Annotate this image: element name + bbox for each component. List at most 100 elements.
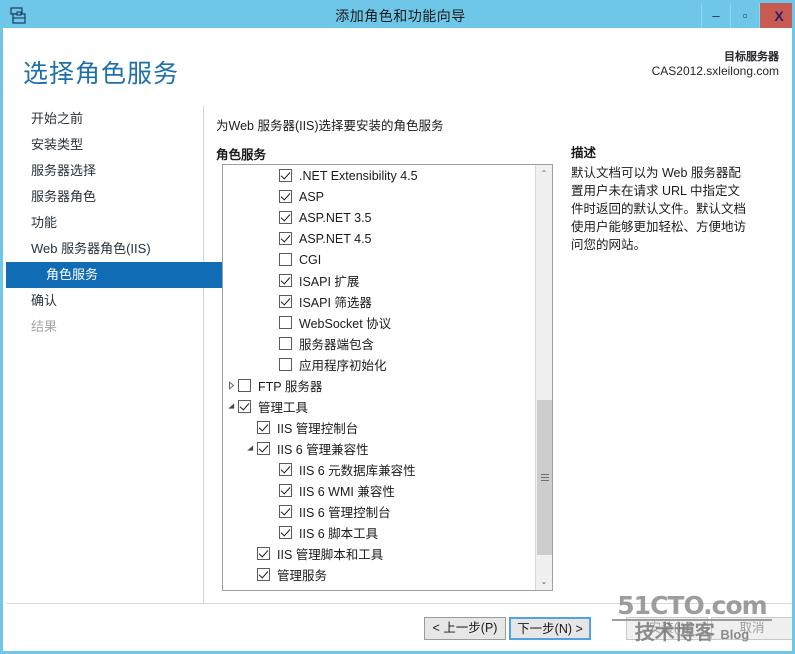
checkbox-checked[interactable] <box>279 190 292 203</box>
footer-bar: < 上一步(P) 下一步(N) > 安装(I) 取消 51CTO.com 技术博… <box>6 593 792 651</box>
sidebar-item[interactable]: 服务器角色 <box>6 184 203 210</box>
checkbox-checked[interactable] <box>257 442 270 455</box>
chevron-down-icon[interactable] <box>225 396 238 417</box>
role-service-label: IIS 6 脚本工具 <box>299 527 379 541</box>
chevron-right-icon[interactable] <box>225 375 238 396</box>
role-service-row[interactable]: ASP <box>223 186 536 207</box>
description-body: 默认文档可以为 Web 服务器配置用户未在请求 URL 中指定文件时返回的默认文… <box>571 166 747 252</box>
role-service-row[interactable]: IIS 管理控制台 <box>223 417 536 438</box>
checkbox-unchecked[interactable] <box>279 358 292 371</box>
checkbox-checked[interactable] <box>279 169 292 182</box>
role-service-label: ISAPI 扩展 <box>299 275 360 289</box>
scrollbar-thumb[interactable] <box>537 400 552 555</box>
maximize-button[interactable]: ▫ <box>730 3 759 28</box>
role-service-row[interactable]: IIS 6 元数据库兼容性 <box>223 459 536 480</box>
role-service-label: ASP.NET 3.5 <box>299 210 372 225</box>
target-server-label: 目标服务器 <box>724 51 779 63</box>
checkbox-checked[interactable] <box>279 211 292 224</box>
sidebar-item[interactable]: 开始之前 <box>6 106 203 132</box>
checkbox-unchecked[interactable] <box>238 379 251 392</box>
checkbox-checked[interactable] <box>279 505 292 518</box>
checkbox-checked[interactable] <box>279 526 292 539</box>
checkbox-checked[interactable] <box>257 421 270 434</box>
scroll-down-icon[interactable]: ⌄ <box>536 573 552 590</box>
role-service-row[interactable]: 管理工具 <box>223 396 536 417</box>
description-title: 描述 <box>571 146 597 160</box>
checkbox-checked[interactable] <box>257 547 270 560</box>
role-service-label: IIS 6 元数据库兼容性 <box>299 464 416 478</box>
role-services-listbox[interactable]: .NET Extensibility 4.5 ASP ASP.NET 3.5 ASP.… <box>222 164 553 591</box>
cancel-button[interactable]: 取消 <box>711 617 792 640</box>
role-service-row[interactable]: 服务器端包含 <box>223 333 536 354</box>
window-controls: – ▫ X <box>701 3 792 28</box>
role-service-label: IIS 6 管理控制台 <box>299 506 391 520</box>
checkbox-checked[interactable] <box>279 274 292 287</box>
role-service-label: ISAPI 筛选器 <box>299 296 372 310</box>
role-service-row[interactable]: CGI <box>223 249 536 270</box>
role-services-label: 角色服务 <box>216 148 267 162</box>
checkbox-checked[interactable] <box>238 400 251 413</box>
role-service-label: .NET Extensibility 4.5 <box>299 168 418 183</box>
sidebar-item[interactable]: 服务器选择 <box>6 158 203 184</box>
checkbox-checked[interactable] <box>279 484 292 497</box>
role-services-scrollbar[interactable]: ⌃ ⌄ <box>535 165 552 590</box>
page-header: 选择角色服务 目标服务器 CAS2012.sxleilong.com <box>6 28 792 106</box>
role-services-tree: .NET Extensibility 4.5 ASP ASP.NET 3.5 ASP.… <box>223 165 536 590</box>
role-service-row[interactable]: FTP 服务器 <box>223 375 536 396</box>
sidebar-item[interactable]: 功能 <box>6 210 203 236</box>
main-panel: 为Web 服务器(IIS)选择要安装的角色服务 角色服务 .NET Extens… <box>204 106 562 603</box>
role-service-row[interactable]: ASP.NET 3.5 <box>223 207 536 228</box>
role-service-row[interactable]: IIS 管理脚本和工具 <box>223 543 536 564</box>
scroll-up-icon[interactable]: ⌃ <box>536 165 552 182</box>
role-service-row[interactable]: IIS 6 WMI 兼容性 <box>223 480 536 501</box>
role-service-row[interactable]: IIS 6 脚本工具 <box>223 522 536 543</box>
role-service-label: ASP.NET 4.5 <box>299 231 372 246</box>
next-button[interactable]: 下一步(N) > <box>509 617 591 640</box>
checkbox-unchecked[interactable] <box>279 253 292 266</box>
role-service-label: ASP <box>299 189 325 204</box>
window-title: 添加角色和功能向导 <box>335 7 466 24</box>
checkbox-unchecked[interactable] <box>279 337 292 350</box>
role-service-label: IIS 管理控制台 <box>277 422 359 436</box>
scrollbar-grip-icon <box>540 474 549 481</box>
minimize-button[interactable]: – <box>701 3 730 28</box>
role-service-label: FTP 服务器 <box>258 380 323 394</box>
previous-button[interactable]: < 上一步(P) <box>424 617 506 640</box>
role-service-label: IIS 管理脚本和工具 <box>277 548 384 562</box>
close-button[interactable]: X <box>759 3 792 28</box>
role-service-row[interactable]: 管理服务 <box>223 564 536 585</box>
title-bar: 添加角色和功能向导 – ▫ X <box>3 3 792 28</box>
checkbox-checked[interactable] <box>279 295 292 308</box>
chevron-down-icon[interactable] <box>244 438 257 459</box>
install-button[interactable]: 安装(I) <box>626 617 708 640</box>
checkbox-checked[interactable] <box>279 232 292 245</box>
role-service-row[interactable]: ISAPI 筛选器 <box>223 291 536 312</box>
sidebar-item[interactable]: 安装类型 <box>6 132 203 158</box>
instruction-text: 为Web 服务器(IIS)选择要安装的角色服务 <box>216 119 444 133</box>
role-service-row[interactable]: .NET Extensibility 4.5 <box>223 165 536 186</box>
role-service-row[interactable]: ISAPI 扩展 <box>223 270 536 291</box>
role-service-row[interactable]: WebSocket 协议 <box>223 312 536 333</box>
role-service-label: CGI <box>299 252 322 267</box>
checkbox-checked[interactable] <box>279 463 292 476</box>
sidebar-item[interactable]: Web 服务器角色(IIS) <box>6 236 203 262</box>
role-service-row[interactable]: IIS 6 管理兼容性 <box>223 438 536 459</box>
role-service-row[interactable]: ASP.NET 4.5 <box>223 228 536 249</box>
checkbox-unchecked[interactable] <box>279 316 292 329</box>
checkbox-checked[interactable] <box>257 568 270 581</box>
role-service-row[interactable]: 应用程序初始化 <box>223 354 536 375</box>
role-service-row[interactable]: IIS 6 管理控制台 <box>223 501 536 522</box>
sidebar-item[interactable]: 确认 <box>6 288 203 314</box>
